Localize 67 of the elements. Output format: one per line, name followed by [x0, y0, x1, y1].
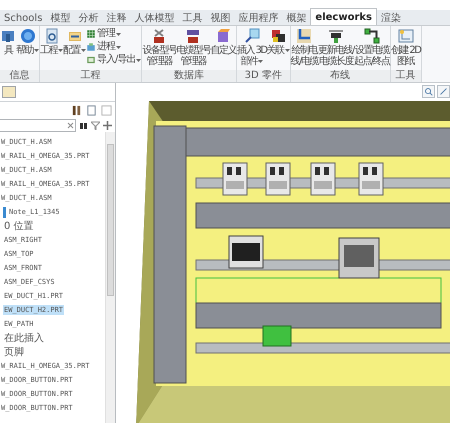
insert-icon	[244, 28, 260, 44]
ribbon-button[interactable]: 插入 3D 部件	[236, 28, 267, 70]
close-icon[interactable]	[66, 120, 75, 130]
parts-icon	[270, 28, 286, 44]
tree-item[interactable]: 在此插入	[0, 331, 105, 345]
ribbon-button[interactable]: 帮助	[16, 28, 39, 70]
ribbon-button[interactable]: 自定义	[210, 28, 236, 70]
ribbon-tab[interactable]: elecworks	[310, 8, 377, 25]
view-button[interactable]	[437, 85, 450, 98]
document-icon[interactable]	[86, 104, 97, 116]
plus-icon[interactable]	[103, 120, 112, 130]
ribbon-button[interactable]: 关联	[266, 28, 290, 70]
scrollbar[interactable]	[105, 132, 115, 423]
box-icon	[215, 28, 232, 44]
dropdown-caret-icon	[284, 49, 290, 52]
ribbon-button[interactable]: 导入/导出	[86, 54, 142, 66]
dropdown-caret-icon	[34, 49, 39, 52]
ribbon-button[interactable]: 配置	[63, 28, 86, 70]
ribbon-button[interactable]: 更新电线/ 电缆长度	[318, 28, 354, 70]
grid-icon	[86, 29, 96, 39]
cable-icon	[185, 28, 202, 44]
process-icon	[86, 42, 96, 52]
note-icon	[3, 206, 6, 218]
ribbon-tab[interactable]: 模型	[46, 10, 74, 25]
group-label: 工程	[40, 70, 142, 82]
ribbon-button[interactable]: 进程	[86, 41, 142, 53]
dropdown-caret-icon	[58, 49, 63, 52]
ribbon-tab[interactable]: 人体模型	[130, 10, 178, 25]
dropdown-caret-icon	[81, 49, 86, 52]
filter-icon[interactable]	[91, 120, 100, 130]
model-tree-tab[interactable]	[2, 86, 16, 98]
ribbon-button[interactable]: 工程	[40, 28, 63, 70]
ribbon-button[interactable]: 电缆型号 管理器	[176, 28, 210, 70]
tree-item[interactable]: 0 位置	[0, 219, 105, 233]
ribbon-tab[interactable]: 视图	[206, 10, 234, 25]
ribbon-button[interactable]: 设置电缆 起点/终点	[354, 28, 390, 70]
tree-item[interactable]: 页脚	[0, 345, 105, 359]
import-icon	[86, 55, 96, 65]
group-label: 3D 零件	[236, 70, 290, 82]
ribbon-tab[interactable]: 概架	[282, 10, 310, 25]
dropdown-caret-icon	[258, 60, 264, 63]
group-label: 布线	[290, 70, 390, 82]
dropdown-caret-icon	[116, 32, 121, 36]
ribbon-button[interactable]: 具	[0, 28, 16, 70]
diagonal-line-icon	[438, 86, 449, 97]
ribbon-button[interactable]: 创建 2D 图纸	[390, 28, 420, 70]
group-label: 信息	[0, 70, 39, 82]
ribbon-tab[interactable]: 渲染	[376, 10, 405, 25]
ribbon-tab[interactable]: 分析	[74, 10, 102, 25]
ribbon-button[interactable]: 设备型号 管理器	[142, 28, 176, 70]
group-label: 工具	[390, 70, 420, 82]
search-field[interactable]	[0, 118, 76, 132]
connector-icon	[328, 28, 344, 44]
wire-icon	[296, 28, 312, 44]
route-icon	[364, 28, 380, 44]
ribbon-tab[interactable]: 工具	[178, 10, 206, 25]
columns-icon[interactable]	[101, 104, 112, 116]
dropdown-caret-icon	[136, 58, 142, 62]
magnifier-icon	[44, 28, 60, 44]
dropdown-caret-icon	[116, 46, 121, 48]
ribbon-button[interactable]: 绘制电 线/电缆	[290, 28, 318, 70]
ribbon-tab[interactable]: Schools	[0, 10, 46, 25]
ribbon-button[interactable]: 管理	[86, 28, 142, 40]
ribbon-tab[interactable]: 应用程序	[234, 10, 282, 25]
drawing-icon	[398, 28, 414, 44]
group-label: 数据库	[142, 70, 236, 82]
ribbon-tab[interactable]: 注释	[102, 10, 130, 25]
